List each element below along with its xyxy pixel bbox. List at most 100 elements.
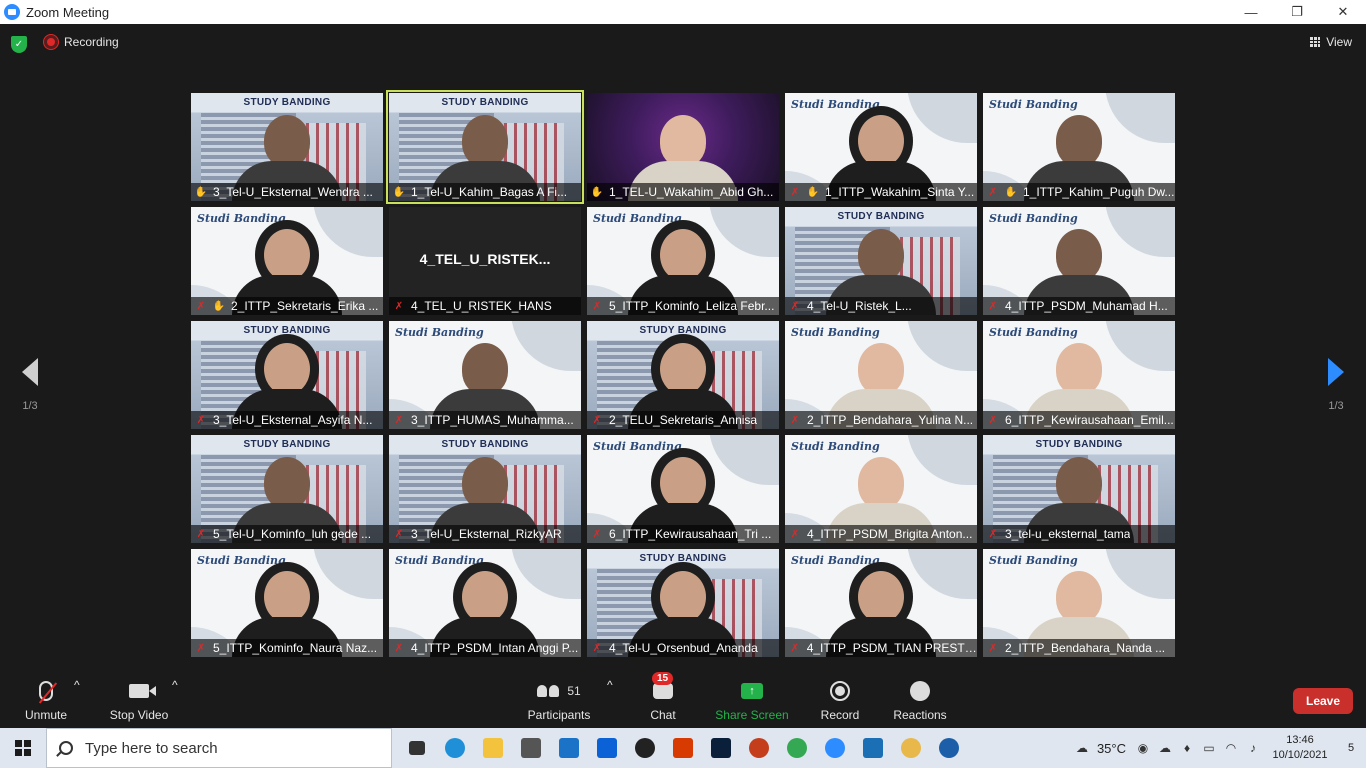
video-tile[interactable]: Studi Banding ✗ 2_ITTP_Bendahara_Nanda ... [983,549,1175,657]
help-icon[interactable] [930,728,968,768]
participant-name-bar: ✗ 2_TELU_Sekretaris_Annisa [587,411,779,429]
participant-name-bar: ✗ 2_ITTP_Bendahara_Yulina N... [785,411,977,429]
video-tile[interactable]: Studi Banding ✗ 4_ITTP_PSDM_Intan Anggi P.… [389,549,581,657]
reactions-button[interactable]: Reactions [890,678,950,722]
maximize-button[interactable]: ❐ [1274,0,1320,24]
participant-name: 1_Tel-U_Kahim_Bagas A Fi... [411,185,568,199]
chat-icon [653,683,673,699]
page-indicator-right: 1/3 [1328,400,1344,412]
participants-options-caret[interactable]: ^ [607,678,613,692]
prev-page-nav[interactable]: 1/3 [10,358,50,412]
photoshop-icon[interactable] [702,728,740,768]
participant-name-bar: ✋ 1_TEL-U_Wakahim_Abid Gh... [587,183,779,201]
mic-muted-icon: ✗ [790,300,800,312]
video-tile[interactable]: Studi Banding ✗ 4_ITTP_PSDM_Brigita Anton.… [785,435,977,543]
video-tile[interactable]: Studi Banding ✗ 5_ITTP_Kominfo_Naura Naz..… [191,549,383,657]
participants-button[interactable]: 51 Participants [524,678,594,722]
video-tile[interactable]: Studi Banding ✗ ✋ 2_ITTP_Sekretaris_Erika .… [191,207,383,315]
weather-icon[interactable]: ☁ [1071,728,1093,768]
video-tile[interactable]: Studi Banding ✗ 3_ITTP_HUMAS_Muhamma... [389,321,581,429]
view-button[interactable]: View [1310,35,1352,49]
minimize-button[interactable]: — [1228,0,1274,24]
video-tile[interactable]: ✋ 1_TEL-U_Wakahim_Abid Gh... [587,93,779,201]
photos-icon[interactable] [854,728,892,768]
next-page-nav[interactable]: 1/3 [1316,358,1356,412]
background-title: Studi Banding [989,98,1078,111]
battery-icon[interactable]: ▭ [1198,728,1220,768]
participants-count: 51 [567,684,581,698]
video-tile[interactable]: STUDY BANDING ✗ 5_Tel-U_Kominfo_luh gede .… [191,435,383,543]
meeting-controls: Unmute ^ Stop Video ^ 51 Participants ^ … [0,672,1366,728]
taskbar-search[interactable]: Type here to search [46,728,392,768]
dropbox-icon[interactable] [588,728,626,768]
onedrive-icon[interactable]: ☁ [1154,728,1176,768]
github-icon[interactable] [626,728,664,768]
mail-icon[interactable] [550,728,588,768]
video-tile[interactable]: Studi Banding ✗ 4_ITTP_PSDM_TIAN PRESTI ..… [785,549,977,657]
leave-button[interactable]: Leave [1293,688,1353,714]
edge-icon[interactable] [436,728,474,768]
mic-muted-icon: ✗ [592,414,602,426]
shield-icon[interactable]: ✓ [11,36,27,53]
file-explorer-icon[interactable] [474,728,512,768]
video-tile[interactable]: Studi Banding ✗ 6_ITTP_Kewirausahaan_Emil.… [983,321,1175,429]
clock[interactable]: 13:46 10/10/2021 [1264,733,1336,763]
video-tile[interactable]: STUDY BANDING ✗ 4_Tel-U_Orsenbud_Ananda [587,549,779,657]
zoom-taskbar-icon[interactable] [816,728,854,768]
record-button[interactable]: Record [815,678,865,722]
video-tile[interactable]: Studi Banding ✗ 2_ITTP_Bendahara_Yulina N.… [785,321,977,429]
store-icon[interactable] [512,728,550,768]
arrow-right-icon[interactable] [1328,358,1344,386]
video-tile[interactable]: 4_TEL_U_RISTEK... ✗ 4_TEL_U_RISTEK_HANS [389,207,581,315]
participant-name: 4_Tel-U_Orsenbud_Ananda [609,641,758,655]
participant-name-bar: ✗ 6_ITTP_Kewirausahaan_Tri ... [587,525,779,543]
participant-name: 4_Tel-U_Ristek_L... [807,299,912,313]
video-tile[interactable]: Studi Banding ✗ 4_ITTP_PSDM_Muhamad H... [983,207,1175,315]
task-view-icon[interactable] [398,728,436,768]
volume-icon[interactable]: ♪ [1242,728,1264,768]
video-tile[interactable]: Studi Banding ✗ 5_ITTP_Kominfo_Leliza Febr… [587,207,779,315]
participant-name: 4_ITTP_PSDM_Muhamad H... [1005,299,1168,313]
background-title: STUDY BANDING [243,97,331,108]
mic-muted-icon: ✗ [394,642,404,654]
video-tile[interactable]: Studi Banding ✗ ✋ 1_ITTP_Wakahim_Sinta Y... [785,93,977,201]
audio-options-caret[interactable]: ^ [74,678,80,692]
office-icon[interactable] [664,728,702,768]
arrow-left-icon[interactable] [22,358,38,386]
paint-icon[interactable] [892,728,930,768]
video-tile[interactable]: STUDY BANDING ✗ 4_Tel-U_Ristek_L... [785,207,977,315]
stop-video-button[interactable]: Stop Video [104,678,174,722]
powerpoint-icon[interactable] [740,728,778,768]
webcam-icon[interactable]: ◉ [1132,728,1154,768]
video-tile[interactable]: STUDY BANDING ✗ 3_tel-u_eksternal_tama [983,435,1175,543]
video-tile[interactable]: STUDY BANDING ✗ 3_Tel-U_Eksternal_RizkyAR [389,435,581,543]
clock-time: 13:46 [1286,734,1314,746]
video-tile[interactable]: STUDY BANDING ✗ 3_Tel-U_Eksternal_Asyifa N… [191,321,383,429]
participant-name: 3_Tel-U_Eksternal_RizkyAR [411,527,562,541]
chrome-icon[interactable] [778,728,816,768]
system-tray: ☁ 35°C ◉ ☁ ♦ ▭ ◠ ♪ 13:46 10/10/2021 5 [1071,728,1366,768]
temperature[interactable]: 35°C [1097,741,1126,756]
microphone-icon[interactable]: ♦ [1176,728,1198,768]
notifications-button[interactable]: 5 [1336,728,1366,768]
start-button[interactable] [0,728,46,768]
video-options-caret[interactable]: ^ [172,678,178,692]
close-button[interactable]: ✕ [1320,0,1366,24]
participant-name: 2_TELU_Sekretaris_Annisa [609,413,758,427]
recording-label: Recording [64,35,119,49]
recording-indicator[interactable]: Recording [44,35,119,49]
video-tile[interactable]: STUDY BANDING ✗ 2_TELU_Sekretaris_Annisa [587,321,779,429]
windows-logo-icon [15,740,31,756]
participant-name: 6_ITTP_Kewirausahaan_Emil... [1005,413,1174,427]
window-title: Zoom Meeting [26,4,110,20]
share-screen-label: Share Screen [715,708,789,722]
video-tile[interactable]: Studi Banding ✗ 6_ITTP_Kewirausahaan_Tri .… [587,435,779,543]
share-screen-button[interactable]: ↑ Share Screen [712,678,792,722]
wifi-icon[interactable]: ◠ [1220,728,1242,768]
video-tile[interactable]: STUDY BANDING ✋ 3_Tel-U_Eksternal_Wendra .… [191,93,383,201]
video-tile[interactable]: Studi Banding ✗ ✋ 1_ITTP_Kahim_Puguh Dw... [983,93,1175,201]
chat-button[interactable]: 15 Chat [640,672,686,722]
unmute-button[interactable]: Unmute [18,678,74,722]
video-tile[interactable]: STUDY BANDING ✋ 1_Tel-U_Kahim_Bagas A Fi..… [386,90,584,204]
participant-name-bar: ✗ 5_ITTP_Kominfo_Naura Naz... [191,639,383,657]
